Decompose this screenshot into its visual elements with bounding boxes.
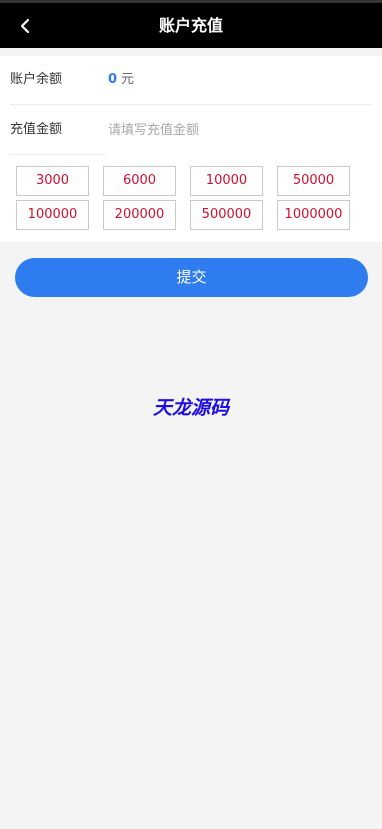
preset-amount-option[interactable]: 200000 [103, 200, 176, 230]
amount-input[interactable] [108, 116, 348, 144]
balance-value: 0元 [108, 56, 134, 104]
preset-amount-option[interactable]: 50000 [277, 166, 350, 196]
preset-amount-option[interactable]: 1000000 [277, 200, 350, 230]
balance-label: 账户余额 [10, 72, 63, 87]
watermark-text: 天龙源码 [152, 397, 229, 419]
preset-amount-option[interactable]: 500000 [190, 200, 263, 230]
preset-amount-option[interactable]: 100000 [16, 200, 89, 230]
balance-unit: 元 [121, 72, 135, 87]
page-title: 账户充值 [158, 16, 223, 35]
amount-label: 充值金额 [10, 122, 63, 137]
preset-amount-option[interactable]: 10000 [190, 166, 263, 196]
balance-amount: 0 [108, 72, 118, 87]
preset-amount-option[interactable]: 3000 [16, 166, 89, 196]
preset-amounts: 3000 6000 10000 50000 100000 200000 5000… [16, 166, 368, 232]
amount-row: 充值金额 [10, 106, 372, 154]
top-bar: 账户充值 [0, 0, 382, 48]
preset-amount-option[interactable]: 6000 [103, 166, 176, 196]
amount-label-divider [10, 154, 106, 155]
balance-row: 账户余额 0元 [10, 56, 372, 105]
submit-button[interactable]: 提交 [15, 258, 368, 297]
recharge-form: 账户余额 0元 充值金额 3000 6000 10000 50000 10000… [0, 56, 382, 242]
